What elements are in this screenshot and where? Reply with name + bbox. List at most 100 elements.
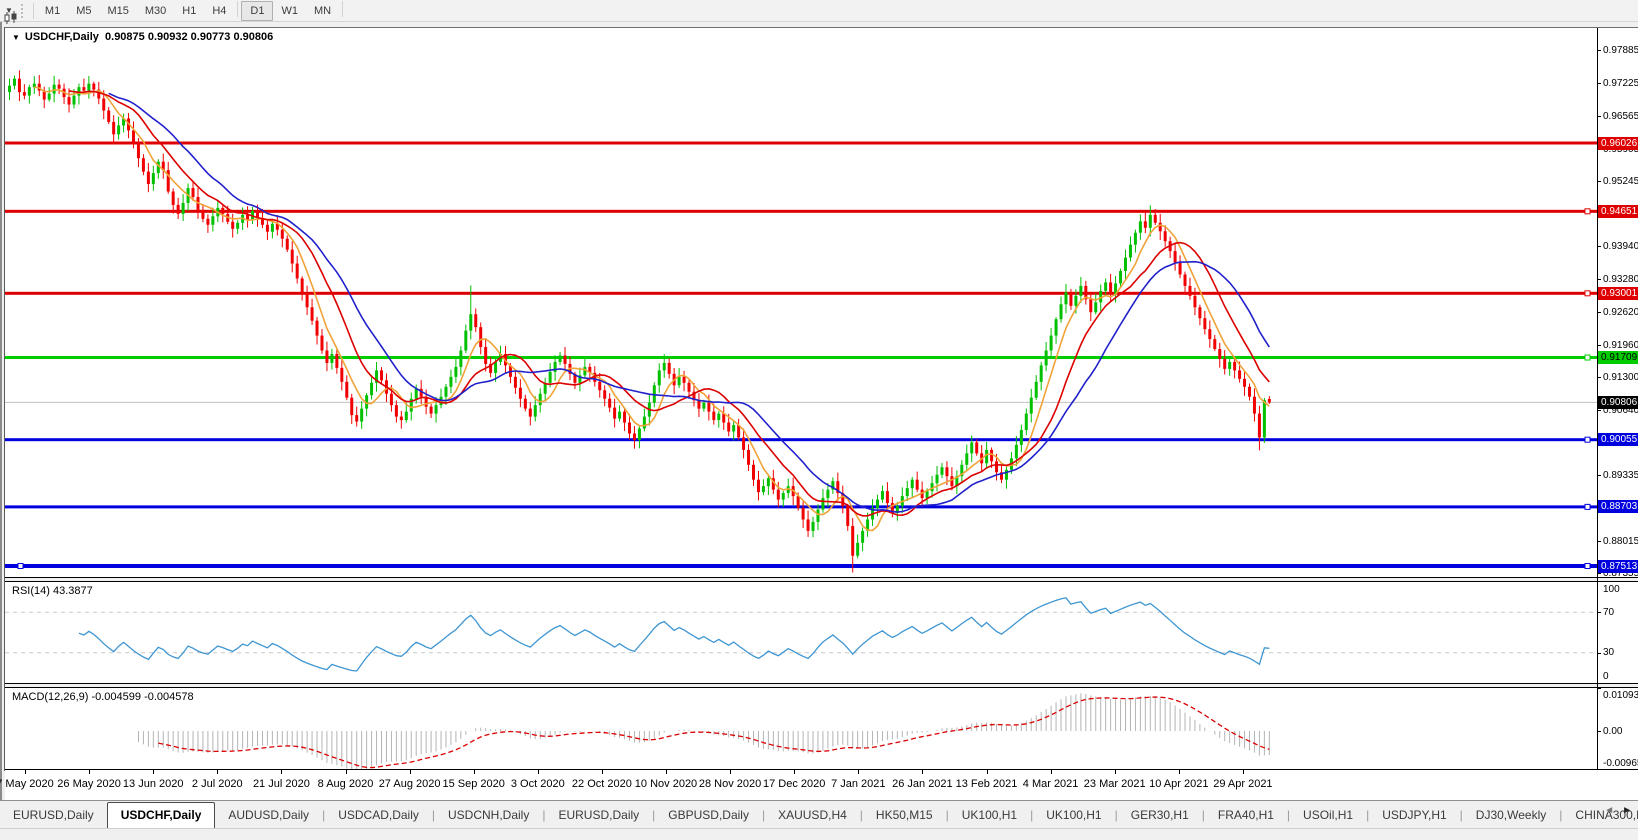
timeframe-button-h4[interactable]: H4 [204,1,234,21]
macd-tick-mark [1597,688,1601,689]
price-line-label[interactable]: 0.87513 [1598,560,1638,573]
timeframe-button-mn[interactable]: MN [306,1,339,21]
macd-scale-label: 0.010933 [1603,689,1638,702]
date-label: 29 Apr 2021 [1203,778,1283,790]
price-line-label[interactable]: 0.93001 [1598,287,1638,300]
price-tick-label: 0.97225 [1603,77,1638,90]
timeframe-toolbar: ▼ M1M5M15M30H1H4D1W1MN [0,0,1638,22]
date-tick-mark [987,770,988,774]
date-tick-mark [1115,770,1116,774]
panel-border [5,577,1638,578]
price-tick-mark [1597,116,1601,117]
chart-ohlc-quote: 0.90875 0.90932 0.90773 0.90806 [105,31,273,43]
chart-dropdown-caret-icon[interactable]: ▼ [12,33,20,42]
price-tick-mark [1597,573,1601,574]
rsi-tick-mark [1597,612,1601,613]
date-tick-mark [410,770,411,774]
price-line-label[interactable]: 0.94651 [1598,205,1638,218]
line-handle[interactable] [18,564,23,569]
price-tick-label: 0.97885 [1603,44,1638,57]
tab-usdcad-daily[interactable]: USDCAD,Daily [325,802,432,829]
date-tick-mark [474,770,475,774]
tab-usdjpy-h1[interactable]: USDJPY,H1 [1369,802,1459,829]
chart-tab-bar: EURUSD,DailyUSDCHF,DailyAUDUSD,Daily|USD… [0,800,1638,829]
current-price-label: 0.90806 [1598,396,1638,409]
price-tick-mark [1597,279,1601,280]
rsi-scale-label: 70 [1603,606,1638,619]
price-line-label[interactable]: 0.88703 [1598,500,1638,513]
line-handle[interactable] [1585,355,1590,360]
price-tick-label: 0.93280 [1603,273,1638,286]
window-left-edge [0,22,2,840]
tab-uk100-h1[interactable]: UK100,H1 [1033,802,1114,829]
price-tick-mark [1597,377,1601,378]
price-line-label[interactable]: 0.90055 [1598,433,1638,446]
tab-gbpusd-daily[interactable]: GBPUSD,Daily [655,802,762,829]
date-tick-mark [89,770,90,774]
rsi-scale-label: 30 [1603,646,1638,659]
macd-tick-mark [1597,769,1601,770]
price-tick-mark [1597,246,1601,247]
timeframe-button-d1[interactable]: D1 [241,1,273,21]
tab-hk50-m15[interactable]: HK50,M15 [863,802,946,829]
tab-scroll-buttons: ◄ ► [1604,805,1632,816]
tab-xauusd-h4[interactable]: XAUUSD,H4 [765,802,860,829]
tab-eurusd-daily[interactable]: EURUSD,Daily [0,802,107,829]
tab-dj30-weekly[interactable]: DJ30,Weekly [1463,802,1559,829]
timeframe-button-m1[interactable]: M1 [37,1,68,21]
macd-tick-mark [1597,731,1601,732]
timeframe-button-m15[interactable]: M15 [99,1,136,21]
rsi-canvas[interactable] [5,582,1597,683]
price-tick-label: 0.96565 [1603,110,1638,123]
date-tick-mark [1179,770,1180,774]
price-tick-mark [1597,83,1601,84]
mt4-terminal: ▼ M1M5M15M30H1H4 D1W1MN ▼USDCHF,Daily 0.9… [0,0,1638,840]
line-handle[interactable] [1585,291,1590,296]
timeframe-button-w1[interactable]: W1 [273,1,306,21]
price-tick-label: 0.93940 [1603,240,1638,253]
tab-scroll-left-icon[interactable]: ◄ [1604,805,1614,816]
price-line-label[interactable]: 0.91709 [1598,351,1638,364]
price-line-label[interactable]: 0.96026 [1598,137,1638,150]
toolbar-separator [237,1,238,17]
line-handle[interactable] [1585,504,1590,509]
timeframe-button-h1[interactable]: H1 [174,1,204,21]
tab-usdchf-daily[interactable]: USDCHF,Daily [107,802,216,829]
macd-scale-label: 0.00 [1603,725,1638,738]
price-tick-mark [1597,181,1601,182]
tab-audusd-daily[interactable]: AUDUSD,Daily [215,802,322,829]
tab-ger30-h1[interactable]: GER30,H1 [1118,802,1202,829]
tab-uk100-h1[interactable]: UK100,H1 [949,802,1030,829]
line-handle[interactable] [1585,564,1590,569]
tab-fra40-h1[interactable]: FRA40,H1 [1205,802,1287,829]
price-tick-label: 0.88015 [1603,535,1638,548]
toolbar-separator [33,3,34,19]
timeframe-button-m30[interactable]: M30 [137,1,174,21]
price-tick-label: 0.91960 [1603,339,1638,352]
macd-canvas[interactable] [5,688,1597,769]
date-tick-mark [281,770,282,774]
main-chart-canvas[interactable] [5,28,1597,577]
price-tick-mark [1597,345,1601,346]
toolbar-grip[interactable] [21,4,26,18]
tab-eurusd-daily[interactable]: EURUSD,Daily [545,802,652,829]
rsi-tick-mark [1597,653,1601,654]
chart-title: ▼USDCHF,Daily 0.90875 0.90932 0.90773 0.… [12,31,273,43]
panel-border [5,683,1638,684]
date-tick-mark [538,770,539,774]
line-handle[interactable] [1585,209,1590,214]
macd-indicator-label: MACD(12,26,9) -0.004599 -0.004578 [12,691,194,703]
window-bottom-strip [0,828,1638,840]
date-axis[interactable]: 7 May 202026 May 202013 Jun 20202 Jul 20… [5,770,1638,800]
date-tick-mark [602,770,603,774]
rsi-scale-label: 100 [1603,583,1638,596]
timeframe-button-m5[interactable]: M5 [68,1,99,21]
tab-scroll-right-icon[interactable]: ► [1622,805,1632,816]
date-tick-mark [25,770,26,774]
line-handle[interactable] [1585,437,1590,442]
tab-usoil-h1[interactable]: USOil,H1 [1290,802,1366,829]
date-tick-mark [1051,770,1052,774]
tab-usdcnh-daily[interactable]: USDCNH,Daily [435,802,542,829]
price-tick-mark [1597,50,1601,51]
toolbar-separator [342,1,343,17]
